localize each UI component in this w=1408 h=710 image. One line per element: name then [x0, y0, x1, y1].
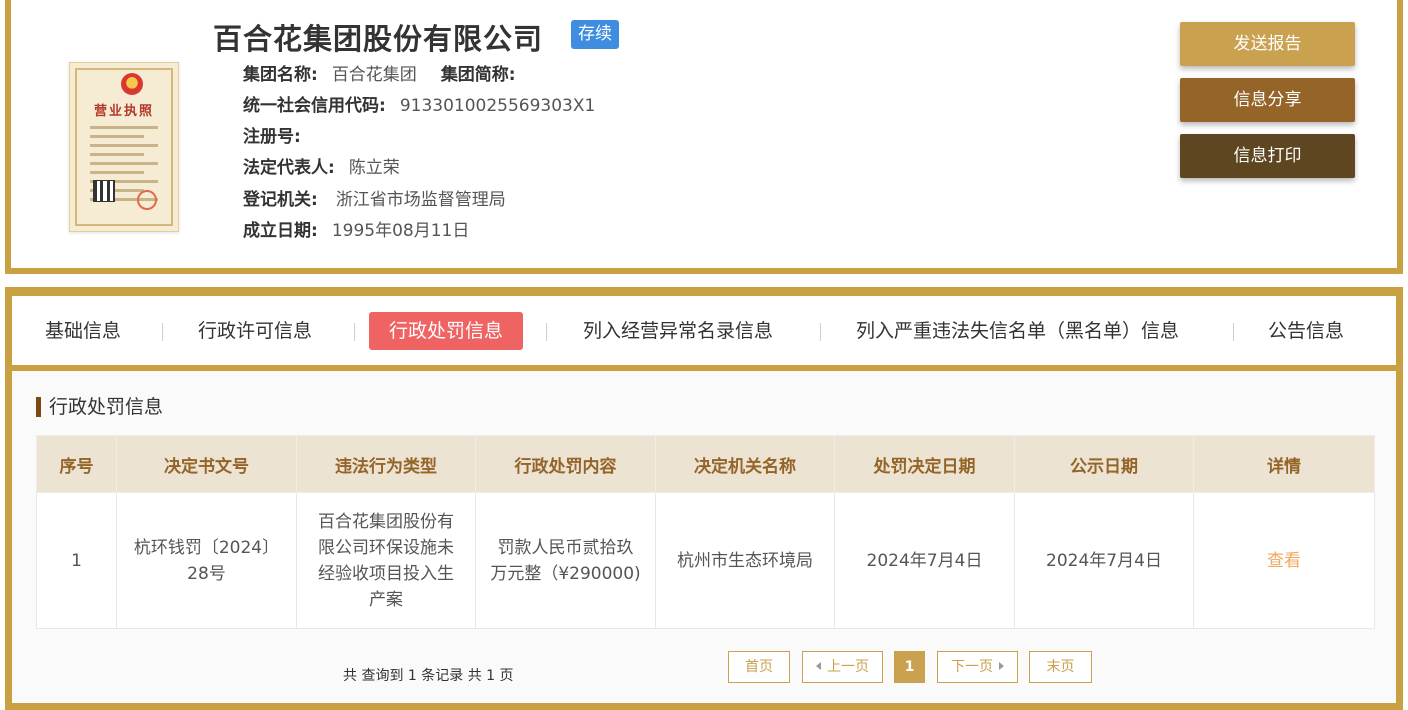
group-name-value: 百合花集团	[331, 65, 417, 85]
license-frame: 营业执照	[75, 68, 173, 226]
col-header-detail: 详情	[1193, 435, 1375, 493]
info-row-credit-code: 统一社会信用代码: 9133010025569303X1	[243, 91, 595, 116]
table-row: 1 杭环钱罚〔2024〕28号 百合花集团股份有限公司环保设施未经验收项目投入生…	[36, 492, 1375, 629]
tab-separator	[820, 323, 821, 341]
info-row-reg-no: 注册号:	[243, 122, 301, 147]
cell-penalty: 罚款人民币贰拾玖万元整（¥290000)	[475, 492, 656, 629]
prev-page-label: 上一页	[827, 659, 869, 675]
prev-page-button[interactable]: 上一页	[802, 651, 883, 683]
legal-rep-value: 陈立荣	[348, 158, 400, 178]
group-abbr-label: 集团简称:	[440, 65, 516, 85]
penalty-content: 行政处罚信息 序号 决定书文号 违法行为类型 行政处罚内容 决定机关名称 处罚决…	[12, 371, 1396, 703]
cell-publish-date: 2024年7月4日	[1014, 492, 1194, 629]
tab-separator	[1233, 323, 1234, 341]
print-info-button[interactable]: 信息打印	[1180, 134, 1355, 178]
tab-separator	[546, 323, 547, 341]
last-page-button[interactable]: 末页	[1029, 651, 1092, 683]
col-header-penalty: 行政处罚内容	[475, 435, 656, 493]
national-emblem-icon	[121, 73, 143, 95]
tab-admin-penalty[interactable]: 行政处罚信息	[369, 312, 524, 350]
qr-code-icon	[93, 180, 115, 202]
credit-code-value: 9133010025569303X1	[399, 96, 596, 116]
col-header-authority: 决定机关名称	[655, 435, 835, 493]
current-page-button[interactable]: 1	[894, 651, 925, 683]
credit-code-label: 统一社会信用代码:	[243, 96, 386, 116]
status-badge: 存续	[571, 20, 619, 49]
cell-authority: 杭州市生态环境局	[655, 492, 835, 629]
col-header-violation-type: 违法行为类型	[296, 435, 476, 493]
view-detail-link[interactable]: 查看	[1193, 492, 1375, 629]
pagination-summary: 共 查询到 1 条记录 共 1 页	[343, 668, 514, 684]
tab-separator	[162, 323, 163, 341]
tab-blacklist[interactable]: 列入严重违法失信名单（黑名单）信息	[856, 312, 1179, 350]
triangle-left-icon	[816, 662, 821, 670]
info-row-founded: 成立日期: 1995年08月11日	[243, 216, 469, 241]
first-page-button[interactable]: 首页	[728, 651, 790, 683]
legal-rep-label: 法定代表人:	[243, 158, 335, 178]
company-name: 百合花集团股份有限公司	[213, 22, 544, 56]
tab-admin-license[interactable]: 行政许可信息	[198, 312, 312, 350]
share-info-button[interactable]: 信息分享	[1180, 78, 1355, 122]
founded-label: 成立日期:	[243, 221, 318, 241]
table-header-row: 序号 决定书文号 违法行为类型 行政处罚内容 决定机关名称 处罚决定日期 公示日…	[36, 435, 1375, 493]
cell-decision-date: 2024年7月4日	[834, 492, 1015, 629]
info-row-legal-rep: 法定代表人: 陈立荣	[243, 153, 400, 178]
col-header-decision-date: 处罚决定日期	[834, 435, 1015, 493]
official-seal-icon	[137, 190, 157, 210]
tab-abnormal-operation[interactable]: 列入经营异常名录信息	[583, 312, 773, 350]
founded-value: 1995年08月11日	[331, 221, 470, 241]
penalty-table: 序号 决定书文号 违法行为类型 行政处罚内容 决定机关名称 处罚决定日期 公示日…	[36, 435, 1375, 629]
col-header-doc-no: 决定书文号	[116, 435, 297, 493]
info-row-group: 集团名称: 百合花集团 集团简称:	[243, 60, 516, 85]
authority-label: 登记机关:	[243, 190, 318, 210]
tab-announcements[interactable]: 公告信息	[1268, 312, 1344, 350]
cell-doc-no: 杭环钱罚〔2024〕28号	[116, 492, 297, 629]
tab-bar: 基础信息 行政许可信息 行政处罚信息 列入经营异常名录信息 列入严重违法失信名单…	[12, 296, 1396, 365]
tab-separator	[354, 323, 355, 341]
reg-no-label: 注册号:	[243, 127, 301, 147]
tab-basic-info[interactable]: 基础信息	[45, 312, 121, 350]
cell-index: 1	[36, 492, 117, 629]
authority-value: 浙江省市场监督管理局	[335, 190, 506, 210]
send-report-button[interactable]: 发送报告	[1180, 22, 1355, 66]
license-title: 营业执照	[93, 104, 154, 119]
col-header-publish-date: 公示日期	[1014, 435, 1194, 493]
next-page-button[interactable]: 下一页	[937, 651, 1018, 683]
next-page-label: 下一页	[951, 659, 993, 675]
triangle-right-icon	[999, 662, 1004, 670]
cell-violation-type: 百合花集团股份有限公司环保设施未经验收项目投入生产案	[296, 492, 476, 629]
group-name-label: 集团名称:	[243, 65, 318, 85]
info-row-authority: 登记机关: 浙江省市场监督管理局	[243, 185, 506, 210]
company-header-panel: 营业执照 百合花集团股份有限公司 存续 集团名称: 百合花集团 集团简称: 统一社会…	[5, 0, 1403, 274]
col-header-index: 序号	[36, 435, 117, 493]
detail-panel: 基础信息 行政许可信息 行政处罚信息 列入经营异常名录信息 列入严重违法失信名单…	[5, 287, 1403, 710]
section-title: 行政处罚信息	[36, 397, 163, 417]
business-license-image: 营业执照	[69, 62, 179, 232]
